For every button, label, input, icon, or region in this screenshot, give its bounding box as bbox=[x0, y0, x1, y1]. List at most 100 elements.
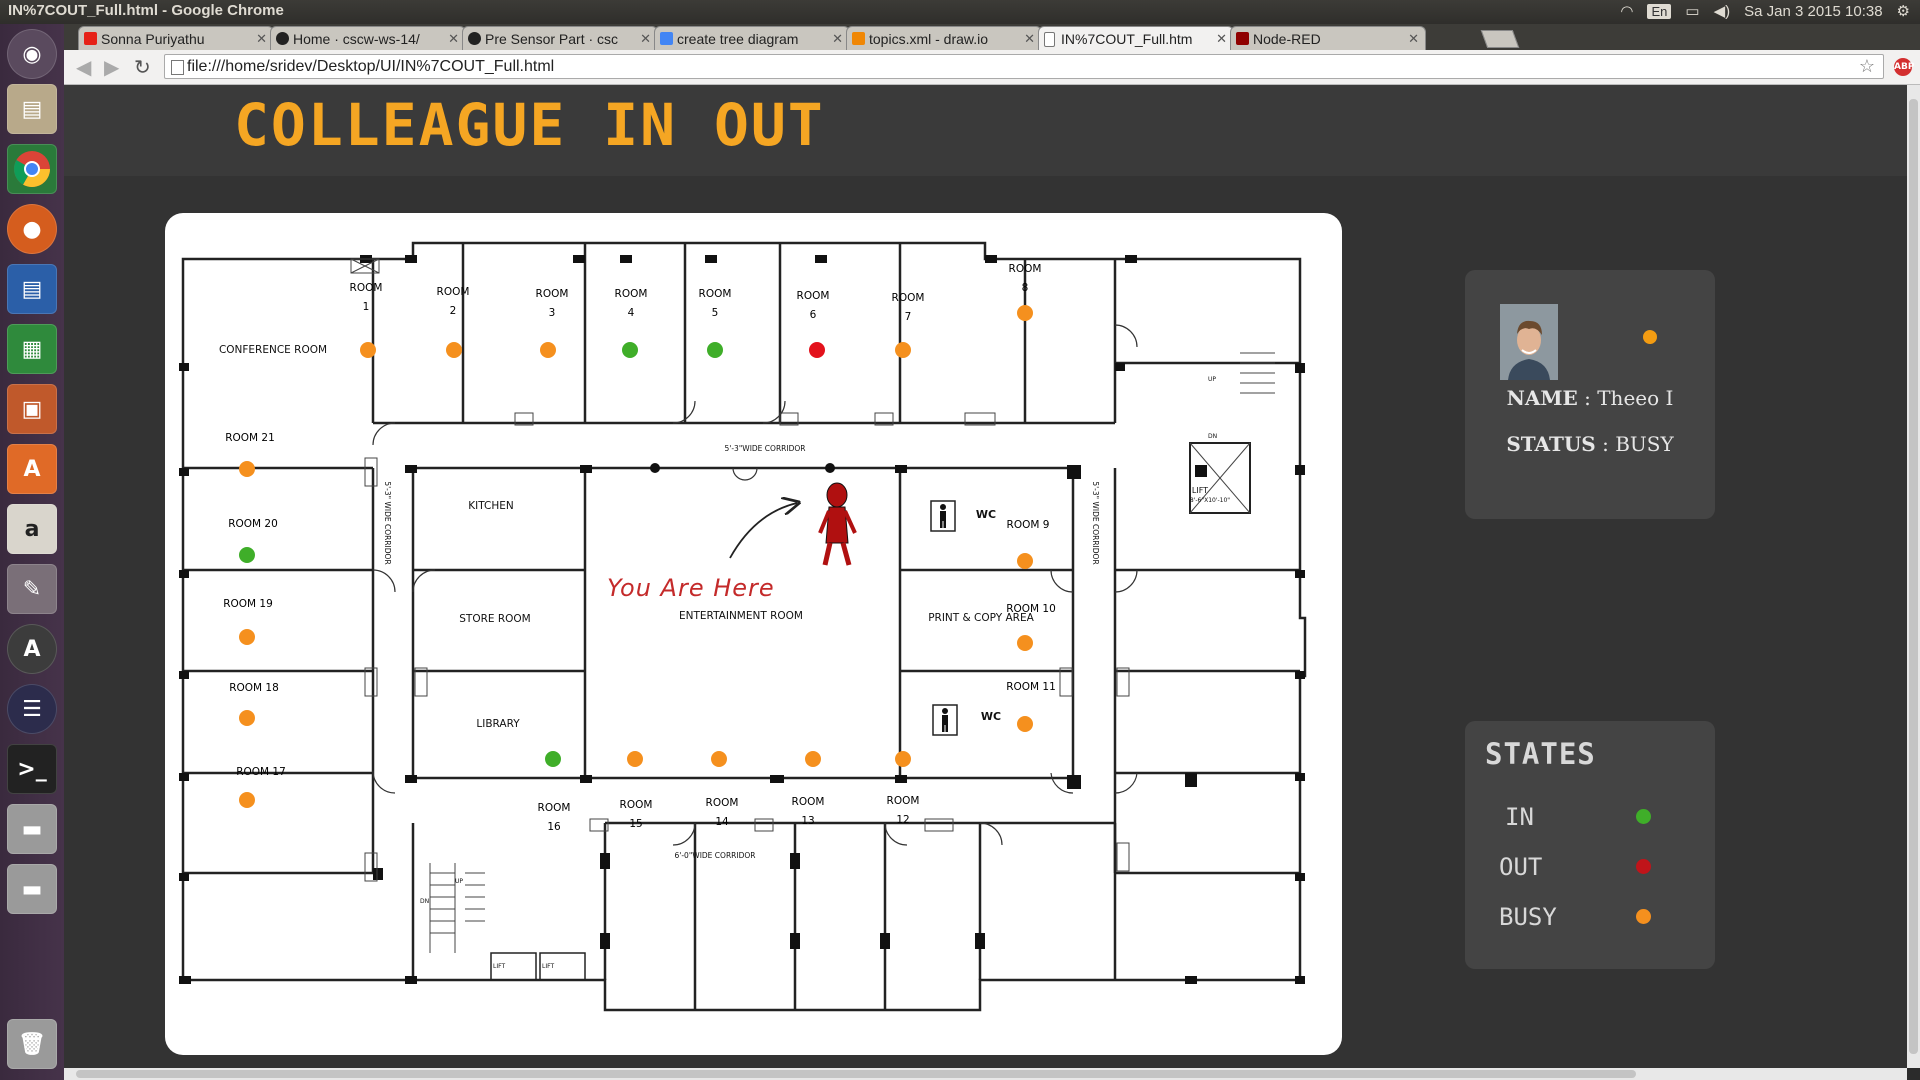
room-status-dot[interactable] bbox=[805, 751, 821, 767]
room-number: 7 bbox=[905, 311, 912, 323]
address-bar[interactable]: file:///home/sridev/Desktop/UI/IN%7COUT_… bbox=[164, 54, 1884, 79]
room-status-dot[interactable] bbox=[1017, 305, 1033, 321]
close-icon[interactable]: ✕ bbox=[640, 27, 651, 50]
floor-plan-card: CONFERENCE ROOM 5'-3"WIDE CORRIDOR 6'-0"… bbox=[165, 213, 1342, 1055]
wifi-icon[interactable]: ◠ bbox=[1620, 2, 1633, 20]
room-status-dot[interactable] bbox=[622, 342, 638, 358]
state-dot-out bbox=[1636, 859, 1651, 874]
room-number: 8 bbox=[1022, 282, 1029, 294]
lift-label: LIFT bbox=[1192, 486, 1208, 495]
room-number: 3 bbox=[549, 307, 556, 319]
new-tab-button[interactable] bbox=[1480, 30, 1520, 48]
trash-icon[interactable]: 🗑 bbox=[7, 1019, 57, 1069]
rooms-layer: ROOM 1 ROOM 2 ROOM 3 ROOM 4 ROOM 5 ROOM 6 ROOM 7 ROOM 8… bbox=[223, 263, 1056, 833]
room-status-dot[interactable] bbox=[239, 629, 255, 645]
room-number: 4 bbox=[628, 307, 635, 319]
room-status-dot[interactable] bbox=[707, 342, 723, 358]
room-status-dot[interactable] bbox=[360, 342, 376, 358]
tab-label: create tree diagram bbox=[677, 31, 799, 47]
room-label: ROOM bbox=[350, 282, 383, 294]
room-status-dot[interactable] bbox=[895, 342, 911, 358]
close-icon[interactable]: ✕ bbox=[1216, 27, 1227, 50]
states-legend: STATES IN OUT BUSY bbox=[1465, 721, 1715, 969]
bookmark-star-icon[interactable]: ☆ bbox=[1859, 55, 1875, 78]
volume-icon[interactable]: ◀) bbox=[1714, 2, 1731, 20]
room-status-dot[interactable] bbox=[239, 461, 255, 477]
firefox-icon[interactable]: ● bbox=[7, 204, 57, 254]
clock[interactable]: Sa Jan 3 2015 10:38 bbox=[1744, 3, 1882, 20]
room-label: ROOM 10 bbox=[1006, 603, 1056, 615]
page-viewport: COLLEAGUE IN OUT CONFERENCE ROOM 5'-3"WI… bbox=[64, 85, 1907, 1068]
adblock-icon[interactable]: ABP bbox=[1894, 58, 1914, 76]
back-icon[interactable]: ◀ bbox=[76, 55, 91, 79]
room-number: 16 bbox=[547, 821, 561, 833]
name-label: NAME bbox=[1506, 386, 1578, 410]
room-status-dot[interactable] bbox=[895, 751, 911, 767]
status-value: BUSY bbox=[1615, 432, 1674, 456]
software-center-icon[interactable]: A bbox=[7, 444, 57, 494]
close-icon[interactable]: ✕ bbox=[1408, 27, 1419, 50]
updater-icon[interactable]: A bbox=[7, 624, 57, 674]
scroll-thumb[interactable] bbox=[76, 1070, 1636, 1078]
room-label: ROOM bbox=[437, 286, 470, 298]
files-icon[interactable]: ▤ bbox=[7, 84, 57, 134]
room-label: ROOM 9 bbox=[1007, 519, 1050, 531]
page-icon bbox=[171, 60, 184, 75]
keyboard-indicator[interactable]: En bbox=[1647, 3, 1672, 19]
chrome-icon[interactable] bbox=[7, 144, 57, 194]
room-status-dot[interactable] bbox=[809, 342, 825, 358]
dash-icon[interactable]: ◉ bbox=[7, 29, 57, 79]
forward-icon[interactable]: ▶ bbox=[104, 55, 119, 79]
room-status-dot[interactable] bbox=[545, 751, 561, 767]
room-number: 14 bbox=[715, 816, 729, 828]
state-in: IN bbox=[1465, 799, 1715, 839]
launcher: ◉ ▤ ● ▤ ▦ ▣ A a ✎ A ☰ >_ ▬ ▬ 🗑 bbox=[0, 24, 65, 1080]
settings-icon[interactable]: ✎ bbox=[7, 564, 57, 614]
reload-icon[interactable]: ↻ bbox=[134, 55, 151, 79]
room-status-dot[interactable] bbox=[540, 342, 556, 358]
writer-icon[interactable]: ▤ bbox=[7, 264, 57, 314]
close-icon[interactable]: ✕ bbox=[1024, 27, 1035, 50]
horizontal-scrollbar[interactable] bbox=[64, 1068, 1907, 1080]
room-label: ROOM bbox=[620, 799, 653, 811]
stair-dn-label-2: DN bbox=[420, 898, 429, 905]
close-icon[interactable]: ✕ bbox=[448, 27, 459, 50]
room-label: ROOM bbox=[887, 795, 920, 807]
calc-icon[interactable]: ▦ bbox=[7, 324, 57, 374]
tab-drawio[interactable]: topics.xml - draw.io ✕ bbox=[846, 26, 1042, 50]
vertical-scrollbar[interactable] bbox=[1907, 85, 1920, 1068]
scroll-thumb[interactable] bbox=[1909, 99, 1918, 1054]
tab-sonna[interactable]: Sonna Puriyathu ✕ bbox=[78, 26, 274, 50]
drive-icon[interactable]: ▬ bbox=[7, 804, 57, 854]
impress-icon[interactable]: ▣ bbox=[7, 384, 57, 434]
room-status-dot[interactable] bbox=[239, 792, 255, 808]
room-status-dot[interactable] bbox=[446, 342, 462, 358]
room-status-dot[interactable] bbox=[711, 751, 727, 767]
drive-icon-2[interactable]: ▬ bbox=[7, 864, 57, 914]
tab-create-tree[interactable]: create tree diagram ✕ bbox=[654, 26, 850, 50]
tab-in-out[interactable]: IN%7COUT_Full.htm ✕ bbox=[1038, 26, 1234, 50]
room-label: ROOM bbox=[792, 796, 825, 808]
room-status-dot[interactable] bbox=[239, 710, 255, 726]
amazon-icon[interactable]: a bbox=[7, 504, 57, 554]
room-status-dot[interactable] bbox=[239, 547, 255, 563]
tab-node-red[interactable]: Node-RED ✕ bbox=[1230, 26, 1426, 50]
room-status-dot[interactable] bbox=[627, 751, 643, 767]
eclipse-icon[interactable]: ☰ bbox=[7, 684, 57, 734]
room-status-dot[interactable] bbox=[1017, 716, 1033, 732]
page-header: COLLEAGUE IN OUT bbox=[64, 85, 1907, 176]
room-number: 1 bbox=[363, 301, 370, 313]
tab-home-cscw[interactable]: Home · cscw-ws-14/ ✕ bbox=[270, 26, 466, 50]
room-status-dot[interactable] bbox=[1017, 635, 1033, 651]
close-icon[interactable]: ✕ bbox=[256, 27, 267, 50]
close-icon[interactable]: ✕ bbox=[832, 27, 843, 50]
room-number: 6 bbox=[810, 309, 817, 321]
stair-up-label: UP bbox=[1208, 376, 1216, 383]
room-label: ROOM bbox=[615, 288, 648, 300]
terminal-icon[interactable]: >_ bbox=[7, 744, 57, 794]
tab-pre-sensor[interactable]: Pre Sensor Part · csc ✕ bbox=[462, 26, 658, 50]
battery-icon[interactable]: ▭ bbox=[1685, 2, 1699, 20]
room-status-dot[interactable] bbox=[1017, 553, 1033, 569]
gear-icon[interactable]: ⚙ bbox=[1897, 2, 1910, 20]
you-are-here-label: You Are Here bbox=[607, 574, 775, 602]
